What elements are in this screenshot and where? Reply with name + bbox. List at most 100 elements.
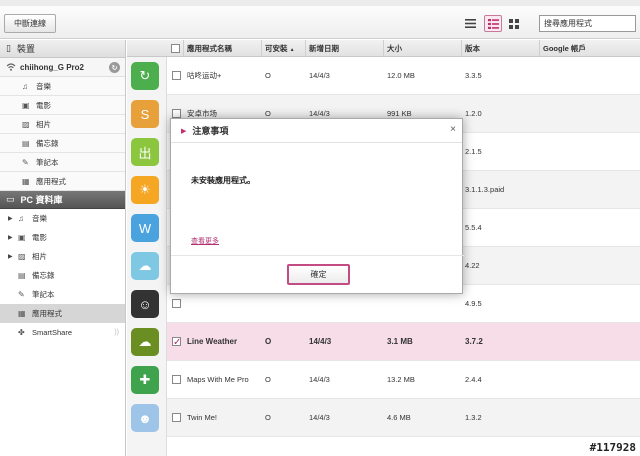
dialog-message: 未安裝應用程式。 — [191, 176, 255, 185]
row-checkbox[interactable]: ✓ — [172, 337, 181, 348]
twin-me-icon: ☻ — [131, 404, 159, 432]
row-checkbox[interactable] — [172, 413, 181, 422]
sidebar-item-label: 音樂 — [36, 81, 51, 91]
sidebar-item-label: 應用程式 — [32, 309, 62, 318]
memo-icon: ▤ — [22, 138, 30, 148]
table-row[interactable]: Maps With Me Pro O 14/4/3 13.2 MB 2.4.4 — [167, 361, 640, 399]
version-value: 1.3.2 — [465, 413, 482, 422]
table-row[interactable]: ✓ Line Weather O 14/4/3 3.1 MB 3.7.2 — [167, 323, 640, 361]
notice-dialog: ▶ 注意事項 × 未安裝應用程式。 查看更多 確定 — [170, 118, 464, 294]
sidebar-item-label: 相片 — [36, 119, 51, 129]
memo-icon: ▤ — [18, 271, 26, 280]
refresh-icon[interactable]: ↻ — [109, 62, 120, 73]
date-added: 14/4/3 — [309, 375, 330, 384]
sidebar-item-label: 電影 — [32, 233, 47, 242]
app-name: 咕咚运动+ — [187, 71, 222, 80]
version-value: 2.4.4 — [465, 375, 482, 384]
sidebar-item-label: 備忘錄 — [32, 271, 55, 280]
column-header-google-account[interactable]: Google 帳戶 — [539, 40, 640, 57]
sidebar-item-pc-movies[interactable]: ▶ ▣ 電影 — [0, 228, 125, 247]
sidebar-item-device-movies[interactable]: ▣ 電影 — [0, 96, 125, 115]
version-value: 3.3.5 — [465, 71, 482, 80]
row-checkbox[interactable] — [172, 299, 181, 308]
music-icon: ♫ — [22, 81, 28, 91]
installable-value: O — [265, 71, 271, 80]
column-header-date[interactable]: 新增日期 — [305, 40, 383, 57]
disconnect-button[interactable]: 中斷連線 — [4, 14, 56, 33]
smartshare-icon: ✤ — [18, 328, 25, 337]
row-checkbox[interactable] — [172, 109, 181, 118]
sidebar-item-label: 音樂 — [32, 214, 47, 223]
table-row[interactable]: 咕咚运动+ O 14/4/3 12.0 MB 3.3.5 — [167, 57, 640, 95]
sidebar-item-device-photos[interactable]: ▨ 相片 — [0, 115, 125, 134]
device-name: chiihong_G Pro2 — [20, 62, 85, 72]
sidebar-item-pc-music[interactable]: ▶ ♫ 音樂 — [0, 209, 125, 228]
row-checkbox[interactable] — [172, 375, 181, 384]
search-input[interactable] — [539, 15, 636, 32]
table-row[interactable]: Twin Me! O 14/4/3 4.6 MB 1.3.2 — [167, 399, 640, 437]
select-all-checkbox[interactable] — [171, 44, 180, 53]
sidebar-item-label: 相片 — [32, 252, 47, 261]
close-icon[interactable]: × — [450, 124, 456, 135]
ok-button[interactable]: 確定 — [287, 264, 350, 285]
expand-arrow-icon[interactable]: ▶ — [8, 215, 18, 222]
maps-icon: ✚ — [131, 366, 159, 394]
sidebar-item-pc-apps[interactable]: ▦ 應用程式 — [0, 304, 125, 323]
sidebar-item-label: 筆記本 — [32, 290, 55, 299]
photo-icon: ▨ — [18, 252, 26, 261]
detail-view-icon — [487, 18, 499, 29]
sidebar-item-device-apps[interactable]: ▦ 應用程式 — [0, 172, 125, 191]
file-size: 4.6 MB — [387, 413, 411, 422]
sun-app-icon: ☀ — [131, 176, 159, 204]
file-size: 12.0 MB — [387, 71, 415, 80]
notebook-icon: ✎ — [18, 290, 25, 299]
phone-icon: ▯ — [6, 43, 11, 53]
installable-value: O — [265, 413, 271, 422]
column-header-installable[interactable]: 可安裝 ▲ — [261, 40, 305, 57]
sidebar: ▯ 裝置 chiihong_G Pro2 ↻ ♫ 音樂 ▣ 電影 ▨ 相片 ▤ … — [0, 40, 126, 456]
date-added: 14/4/3 — [309, 413, 330, 422]
app-icon: ▦ — [18, 309, 26, 318]
sidebar-item-pc-memo[interactable]: ▤ 備忘錄 — [0, 266, 125, 285]
expand-arrow-icon[interactable]: ▶ — [8, 253, 18, 260]
market-app-icon: S — [131, 100, 159, 128]
list-view-icon — [464, 19, 476, 28]
table-header: 應用程式名稱 可安裝 ▲ 新增日期 大小 版本 Google 帳戶 — [127, 40, 640, 57]
grid-view-button[interactable] — [505, 15, 523, 32]
version-value: 1.2.0 — [465, 109, 482, 118]
column-header-name[interactable]: 應用程式名稱 — [183, 40, 261, 57]
wifi-icon — [6, 63, 16, 71]
sidebar-item-label: 電影 — [36, 100, 51, 110]
watermark: #117928 — [589, 441, 636, 454]
line-weather-icon: ☁ — [131, 328, 159, 356]
sidebar-item-device-memo[interactable]: ▤ 備忘錄 — [0, 134, 125, 153]
photo-icon: ▨ — [22, 119, 30, 129]
dialog-header: ▶ 注意事項 — [171, 119, 462, 143]
view-more-link[interactable]: 查看更多 — [191, 236, 219, 246]
list-view-button[interactable] — [461, 15, 479, 32]
music-icon: ♫ — [18, 214, 24, 223]
sidebar-item-device-music[interactable]: ♫ 音樂 — [0, 77, 125, 96]
monitor-icon: ▭ — [6, 194, 15, 204]
dialog-title: 注意事項 — [192, 126, 229, 136]
sidebar-item-label: SmartShare — [32, 328, 73, 337]
detail-view-button[interactable] — [484, 15, 502, 32]
grid-view-icon — [509, 18, 519, 29]
running-app-icon: ↻ — [131, 62, 159, 90]
arrow-right-icon: ▶ — [181, 127, 187, 135]
row-checkbox[interactable] — [172, 71, 181, 80]
version-value: 3.1.1.3.paid — [465, 185, 505, 194]
expand-arrow-icon[interactable]: ▶ — [8, 234, 18, 241]
sidebar-item-pc-photos[interactable]: ▶ ▨ 相片 — [0, 247, 125, 266]
column-header-size[interactable]: 大小 — [383, 40, 461, 57]
column-header-version[interactable]: 版本 — [461, 40, 539, 57]
film-icon: ▣ — [22, 100, 30, 110]
sidebar-item-pc-notebook[interactable]: ✎ 筆記本 — [0, 285, 125, 304]
device-name-row[interactable]: chiihong_G Pro2 ↻ — [0, 58, 125, 77]
sort-indicator-icon: ▲ — [289, 47, 295, 53]
version-value: 5.5.4 — [465, 223, 482, 232]
sidebar-item-smartshare[interactable]: ✤ SmartShare )) — [0, 323, 125, 342]
app-icon: 出 — [131, 138, 159, 166]
sidebar-item-device-notebook[interactable]: ✎ 筆記本 — [0, 153, 125, 172]
file-size: 13.2 MB — [387, 375, 415, 384]
